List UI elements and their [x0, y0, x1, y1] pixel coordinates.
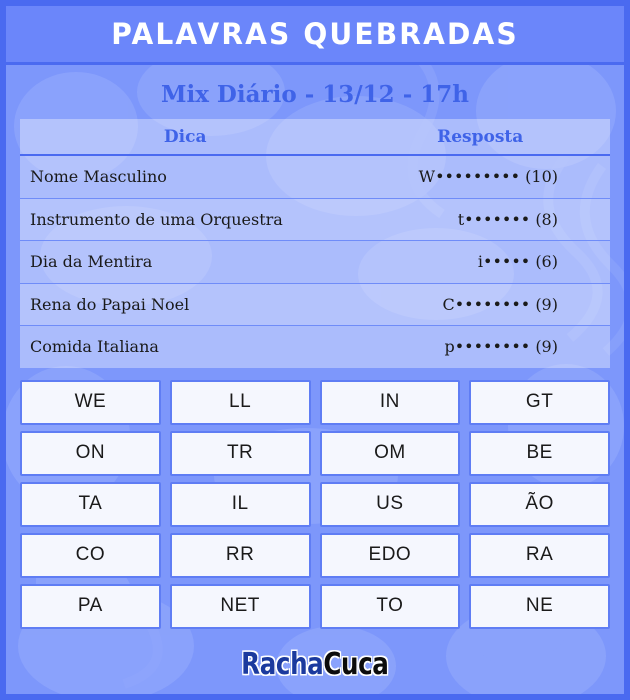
table-row[interactable]: Nome Masculino W••••••••• (10): [20, 156, 610, 199]
syllable-tile[interactable]: NET: [169, 583, 311, 629]
syllable-tile[interactable]: ÃO: [469, 481, 610, 527]
answer-text: p•••••••• (9): [444, 337, 558, 357]
syllable-tile[interactable]: TA: [20, 481, 161, 527]
subtitle-bar: Mix Diário - 13/12 - 17h: [6, 71, 624, 117]
clue-text: Instrumento de uma Orquestra: [30, 209, 283, 229]
syllable-tile[interactable]: IL: [169, 481, 311, 527]
logo-text-racha: Racha: [241, 647, 324, 682]
table-row[interactable]: Comida Italiana p•••••••• (9): [20, 326, 610, 368]
page-title: PALAVRAS QUEBRADAS: [111, 17, 519, 51]
footer: RachaCuca: [6, 629, 624, 695]
syllable-tile[interactable]: EDO: [319, 532, 461, 578]
clue-text: Dia da Mentira: [30, 252, 153, 272]
syllable-tile[interactable]: ON: [20, 430, 161, 476]
syllable-tile[interactable]: GT: [469, 379, 610, 425]
puzzle-subtitle: Mix Diário - 13/12 - 17h: [161, 80, 469, 108]
title-bar: PALAVRAS QUEBRADAS: [6, 6, 624, 65]
table-row[interactable]: Instrumento de uma Orquestra t••••••• (8…: [20, 198, 610, 241]
clue-text: Rena do Papai Noel: [30, 294, 190, 314]
syllable-tile[interactable]: WE: [20, 379, 161, 425]
answer-text: i••••• (6): [477, 252, 558, 272]
answer-text: t••••••• (8): [457, 209, 558, 229]
syllable-tile-grid: WE LL IN GT ON TR OM BE TA IL US ÃO CO R…: [20, 379, 610, 629]
syllable-tile[interactable]: LL: [169, 379, 311, 425]
clue-table: Dica Resposta Nome Masculino W••••••••• …: [20, 119, 610, 368]
app-frame: PALAVRAS QUEBRADAS Mix Diário - 13/12 - …: [0, 0, 630, 700]
syllable-tile[interactable]: IN: [319, 379, 461, 425]
syllable-tile[interactable]: NE: [469, 583, 610, 629]
table-row[interactable]: Dia da Mentira i••••• (6): [20, 241, 610, 284]
answer-text: C•••••••• (9): [442, 294, 558, 314]
clue-text: Comida Italiana: [30, 337, 159, 357]
table-header-row: Dica Resposta: [20, 119, 610, 156]
logo-text-cuca: Cuca: [323, 647, 390, 682]
syllable-tile[interactable]: RR: [169, 532, 311, 578]
syllable-tile[interactable]: OM: [319, 430, 461, 476]
clue-text: Nome Masculino: [30, 167, 167, 187]
syllable-tile[interactable]: TR: [169, 430, 311, 476]
syllable-tile[interactable]: CO: [20, 532, 161, 578]
column-header-answer: Resposta: [437, 126, 524, 147]
syllable-tile[interactable]: TO: [319, 583, 461, 629]
column-header-clue: Dica: [163, 126, 207, 147]
syllable-tile[interactable]: RA: [469, 532, 610, 578]
answer-text: W••••••••• (10): [418, 167, 558, 187]
table-row[interactable]: Rena do Papai Noel C•••••••• (9): [20, 283, 610, 326]
syllable-tile[interactable]: PA: [20, 583, 161, 629]
frame-inner: PALAVRAS QUEBRADAS Mix Diário - 13/12 - …: [6, 6, 624, 694]
syllable-tile[interactable]: BE: [469, 430, 610, 476]
rachacuca-logo[interactable]: RachaCuca: [241, 647, 390, 682]
syllable-tile[interactable]: US: [319, 481, 461, 527]
